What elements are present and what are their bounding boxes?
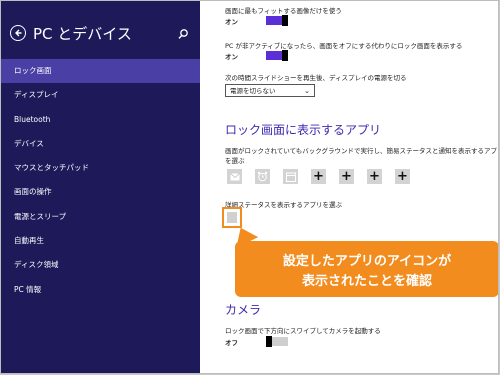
slideshow-label: 次の時間スライドショーを再生後、ディスプレイの電源を切る xyxy=(225,74,407,82)
mail-icon xyxy=(229,172,240,180)
back-button[interactable] xyxy=(10,25,26,41)
fit-image-label: 画面に最もフィットする画像だけを使う xyxy=(225,7,342,15)
sidebar: PC とデバイス ロック画面 ディスプレイ Bluetooth デバイス マウス… xyxy=(1,1,200,373)
calendar-icon xyxy=(285,172,296,182)
slideshow-dropdown[interactable]: 電源を切らない ⌄ xyxy=(225,84,315,97)
sidebar-item-disk-space[interactable]: ディスク領域 xyxy=(1,253,200,277)
main-pane: 画面に最もフィットする画像だけを使う オン PC が非アクティブになったら、画面… xyxy=(200,1,498,373)
fit-image-toggle[interactable] xyxy=(266,15,288,26)
chevron-down-icon: ⌄ xyxy=(304,87,310,95)
mail-app-tile[interactable] xyxy=(227,169,242,184)
add-app-button[interactable]: + xyxy=(367,169,382,184)
alarm-app-tile[interactable] xyxy=(255,169,270,184)
sidebar-item-bluetooth[interactable]: Bluetooth xyxy=(1,108,200,132)
fit-image-state: オン xyxy=(225,18,238,26)
mail-icon xyxy=(227,212,237,223)
sidebar-item-display[interactable]: ディスプレイ xyxy=(1,83,200,107)
toggle-thumb xyxy=(282,15,288,26)
toggle-thumb xyxy=(282,50,288,61)
search-icon[interactable] xyxy=(177,28,189,40)
inactive-lock-state: オン xyxy=(225,53,238,61)
calendar-app-tile[interactable] xyxy=(283,169,298,184)
sidebar-item-mouse-touchpad[interactable]: マウスとタッチパッド xyxy=(1,156,200,180)
sidebar-item-power-sleep[interactable]: 電源とスリープ xyxy=(1,205,200,229)
lock-apps-description-line2: を選ぶ xyxy=(225,157,245,165)
page-title: PC とデバイス xyxy=(33,25,132,43)
sidebar-item-autoplay[interactable]: 自動再生 xyxy=(1,229,200,253)
alarm-clock-icon xyxy=(257,171,268,182)
add-app-button[interactable]: + xyxy=(311,169,326,184)
callout-line1: 設定したアプリのアイコンが xyxy=(282,254,452,269)
detailed-status-app-tile[interactable] xyxy=(222,207,242,228)
camera-swipe-state: オフ xyxy=(225,339,238,347)
camera-swipe-toggle[interactable] xyxy=(266,336,288,347)
camera-heading: カメラ xyxy=(225,303,262,317)
sidebar-nav: ロック画面 ディスプレイ Bluetooth デバイス マウスとタッチパッド 画… xyxy=(1,59,200,302)
callout-box: 設定したアプリのアイコンが 表示されたことを確認 xyxy=(235,241,498,297)
sidebar-item-pc-info[interactable]: PC 情報 xyxy=(1,278,200,302)
sidebar-item-devices[interactable]: デバイス xyxy=(1,132,200,156)
lock-apps-description-line1: 画面がロックされていてもバックグラウンドで実行し、簡易ステータスと通知を表示する… xyxy=(225,147,499,155)
detailed-status-label: 詳細ステータスを表示するアプリを選ぶ xyxy=(225,201,342,209)
sidebar-item-screen-corners[interactable]: 画面の操作 xyxy=(1,180,200,204)
back-arrow-icon xyxy=(15,29,22,37)
callout-line2: 表示されたことを確認 xyxy=(301,274,432,289)
toggle-thumb xyxy=(266,336,272,347)
camera-swipe-label: ロック画面で下方向にスワイプしてカメラを起動する xyxy=(225,327,381,335)
inactive-lock-label: PC が非アクティブになったら、画面をオフにする代わりにロック画面を表示する xyxy=(225,42,463,50)
settings-window: PC とデバイス ロック画面 ディスプレイ Bluetooth デバイス マウス… xyxy=(0,0,499,374)
add-app-button[interactable]: + xyxy=(395,169,410,184)
inactive-lock-toggle[interactable] xyxy=(266,50,288,61)
add-app-button[interactable]: + xyxy=(339,169,354,184)
lock-apps-heading: ロック画面に表示するアプリ xyxy=(225,123,382,137)
slideshow-dropdown-value: 電源を切らない xyxy=(230,87,276,95)
sidebar-item-lock-screen[interactable]: ロック画面 xyxy=(1,59,200,84)
